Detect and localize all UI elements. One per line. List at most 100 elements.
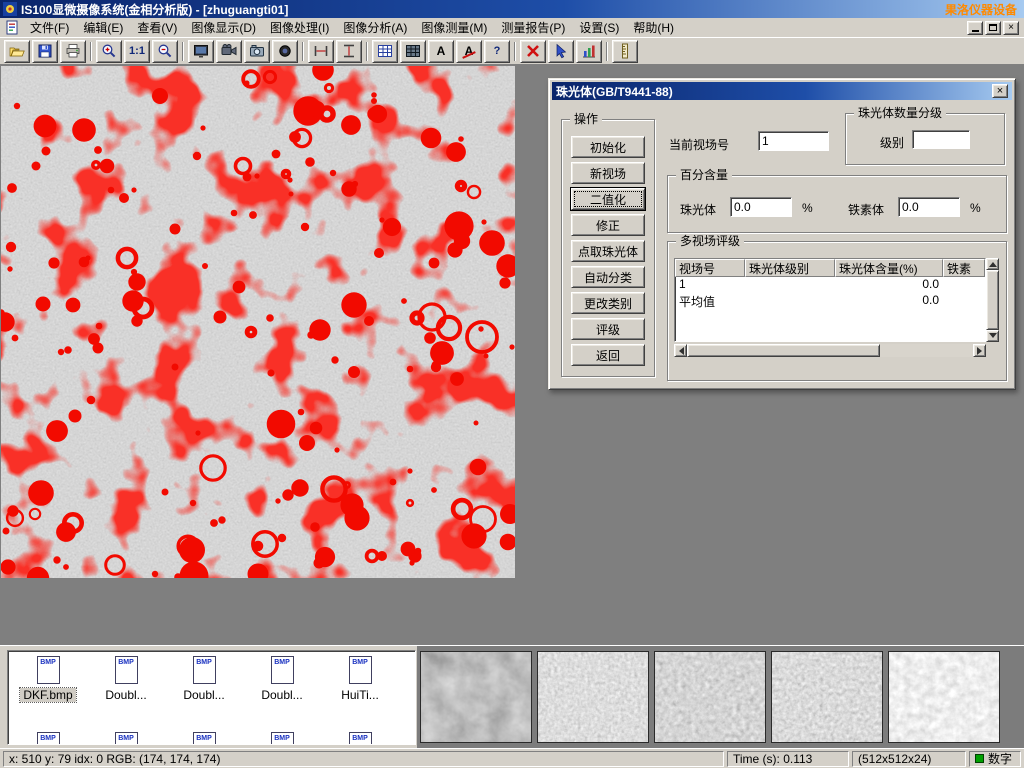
grid-dark-button[interactable]: [400, 40, 426, 63]
photo-camera-icon: [249, 43, 265, 59]
ruler-button[interactable]: [612, 40, 638, 63]
zoom-in-button[interactable]: [96, 40, 122, 63]
thumbnail[interactable]: [420, 651, 532, 743]
menu-file[interactable]: 文件(F): [23, 16, 76, 39]
vertical-scroll-thumb[interactable]: [986, 270, 999, 330]
thumbnail[interactable]: [771, 651, 883, 743]
thumbnail[interactable]: [654, 651, 766, 743]
video-button[interactable]: [216, 40, 242, 63]
table-horizontal-scrollbar[interactable]: [674, 344, 986, 357]
table-header: 视场号 珠光体级别 珠光体含量(%) 铁素: [675, 259, 985, 277]
micrograph[interactable]: [1, 66, 515, 578]
menu-measure-report[interactable]: 测量报告(P): [494, 16, 572, 39]
menu-settings[interactable]: 设置(S): [572, 16, 626, 39]
toolbar-separator: [514, 42, 516, 61]
grading-group: 珠光体数量分级 级别: [845, 113, 1005, 165]
pearlite-input[interactable]: [730, 197, 792, 217]
file-browser[interactable]: BMP DKF.bmp BMP Doubl... BMP Doubl... BM…: [7, 650, 416, 745]
toolbar-separator: [302, 42, 304, 61]
scroll-down-button[interactable]: [986, 330, 999, 342]
pick-pearlite-button[interactable]: 点取珠光体: [571, 240, 645, 262]
dialog-close-button[interactable]: ×: [992, 84, 1008, 98]
child-minimize-button[interactable]: [967, 21, 983, 35]
file-item[interactable]: BMP: [165, 727, 243, 745]
table-row[interactable]: 平均值 0.0: [675, 293, 985, 309]
thumbnail[interactable]: [888, 651, 1000, 743]
menu-edit[interactable]: 编辑(E): [76, 16, 130, 39]
pointer-button[interactable]: [548, 40, 574, 63]
status-bar: x: 510 y: 79 idx: 0 RGB: (174, 174, 174)…: [0, 748, 1024, 768]
new-field-button[interactable]: 新视场: [571, 162, 645, 184]
time-panel: Time (s): 0.113: [727, 751, 849, 767]
file-item[interactable]: BMP: [9, 727, 87, 745]
help-button[interactable]: ?: [484, 40, 510, 63]
file-item[interactable]: BMP HuiTi...: [321, 651, 399, 727]
file-item[interactable]: BMP Doubl...: [87, 651, 165, 727]
toolbar-separator: [606, 42, 608, 61]
grading-group-label: 珠光体数量分级: [854, 106, 946, 121]
scroll-left-button[interactable]: [674, 344, 687, 357]
font-button[interactable]: A: [428, 40, 454, 63]
change-class-button[interactable]: 更改类别: [571, 292, 645, 314]
arrow-right-icon: [977, 347, 986, 355]
menu-image-measure[interactable]: 图像测量(M): [414, 16, 494, 39]
binarize-button[interactable]: 二值化: [571, 188, 645, 210]
print-button[interactable]: [60, 40, 86, 63]
current-field-input[interactable]: [758, 131, 829, 151]
measure-width-button[interactable]: [308, 40, 334, 63]
font-edit-button[interactable]: A: [456, 40, 482, 63]
cursor-position-panel: x: 510 y: 79 idx: 0 RGB: (174, 174, 174): [3, 751, 724, 767]
window-title: IS100显微摄像系统(金相分析版) - [zhuguangti01]: [21, 1, 288, 18]
auto-classify-button[interactable]: 自动分类: [571, 266, 645, 288]
bmp-file-icon: BMP: [115, 732, 138, 745]
capture-button[interactable]: [188, 40, 214, 63]
file-item[interactable]: BMP: [243, 727, 321, 745]
app-icon: [3, 2, 17, 16]
file-item[interactable]: BMP: [87, 727, 165, 745]
camera-button[interactable]: [244, 40, 270, 63]
correct-button[interactable]: 修正: [571, 214, 645, 236]
table-row[interactable]: 1 0.0: [675, 277, 985, 293]
actual-size-button[interactable]: 1:1: [124, 40, 150, 63]
menu-image-analysis[interactable]: 图像分析(A): [336, 16, 414, 39]
measure-height-button[interactable]: [336, 40, 362, 63]
scroll-up-button[interactable]: [986, 258, 999, 270]
file-item[interactable]: BMP Doubl...: [165, 651, 243, 727]
rate-button[interactable]: 评级: [571, 318, 645, 340]
initialize-button[interactable]: 初始化: [571, 136, 645, 158]
file-item[interactable]: BMP DKF.bmp: [9, 651, 87, 727]
bmp-file-icon: BMP: [271, 732, 294, 745]
child-close-button[interactable]: ×: [1003, 21, 1019, 35]
menu-view[interactable]: 查看(V): [130, 16, 184, 39]
vendor-watermark: 果洛仪器设备: [945, 1, 1021, 18]
return-button[interactable]: 返回: [571, 344, 645, 366]
table-vertical-scrollbar[interactable]: [986, 258, 999, 342]
menu-help[interactable]: 帮助(H): [626, 16, 681, 39]
thumbnail[interactable]: [537, 651, 649, 743]
floppy-icon: [37, 43, 53, 59]
file-item[interactable]: BMP: [321, 727, 399, 745]
zoom-out-button[interactable]: [152, 40, 178, 63]
thumbnail-image: [772, 652, 882, 742]
percent-group: 百分含量 珠光体 % 铁素体 %: [667, 175, 1007, 233]
file-item[interactable]: BMP Doubl...: [243, 651, 321, 727]
chart-button[interactable]: [576, 40, 602, 63]
toolbar: 1:1 A A ?: [0, 38, 1024, 65]
ruler-icon: [617, 43, 633, 59]
horizontal-scroll-thumb[interactable]: [687, 344, 880, 357]
dialog-title-bar[interactable]: 珠光体(GB/T9441-88) ×: [552, 82, 1012, 100]
save-button[interactable]: [32, 40, 58, 63]
ferrite-input[interactable]: [898, 197, 960, 217]
open-button[interactable]: [4, 40, 30, 63]
menu-image-display[interactable]: 图像显示(D): [184, 16, 263, 39]
level-input[interactable]: [912, 130, 970, 149]
snapshot-button[interactable]: [272, 40, 298, 63]
scroll-right-button[interactable]: [973, 344, 986, 357]
multifield-table[interactable]: 视场号 珠光体级别 珠光体含量(%) 铁素 1 0.0 平均值 0.0: [674, 258, 986, 342]
caliper-vertical-icon: [341, 43, 357, 59]
delete-button[interactable]: [520, 40, 546, 63]
bmp-file-icon: BMP: [193, 732, 216, 745]
child-restore-button[interactable]: [985, 21, 1001, 35]
grid-button[interactable]: [372, 40, 398, 63]
menu-image-processing[interactable]: 图像处理(I): [263, 16, 336, 39]
